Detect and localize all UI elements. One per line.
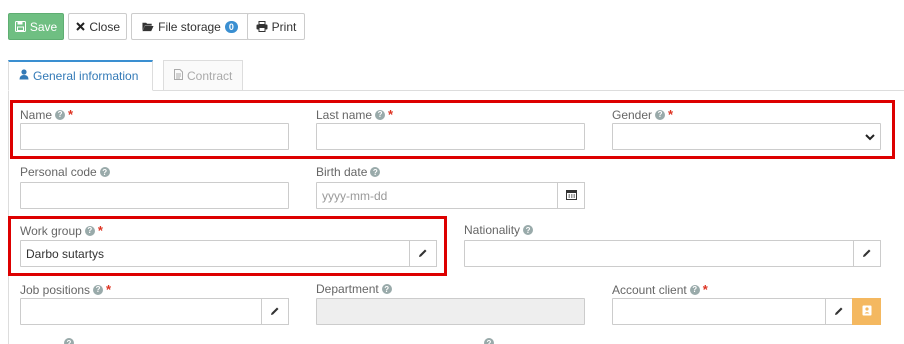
nationality-label-text: Nationality xyxy=(464,223,521,237)
file-storage-count-badge: 0 xyxy=(224,20,238,33)
cutoff-label: ? xyxy=(20,338,74,344)
tab-contract-label: Contract xyxy=(187,68,233,83)
nationality-input[interactable] xyxy=(464,240,854,267)
file-storage-button[interactable]: File storage 0 xyxy=(131,13,249,40)
pencil-icon xyxy=(862,247,872,261)
nationality-label: Nationality ? xyxy=(464,223,534,237)
cutoff-label: ? xyxy=(464,338,494,344)
highlight-box xyxy=(10,100,895,159)
job-positions-label-text: Job positions xyxy=(20,282,91,297)
calendar-icon xyxy=(565,189,577,203)
save-button[interactable]: Save xyxy=(8,13,64,40)
account-client-label: Account client ? * xyxy=(612,282,708,297)
personal-code-label-text: Personal code xyxy=(20,165,97,179)
birth-date-input[interactable]: yyyy-mm-dd xyxy=(316,182,558,209)
x-icon xyxy=(75,21,85,33)
close-button[interactable]: Close xyxy=(68,13,127,40)
print-label: Print xyxy=(271,19,297,34)
help-icon: ? xyxy=(64,338,74,344)
tab-contract[interactable]: Contract xyxy=(163,60,243,91)
birth-date-label: Birth date ? xyxy=(316,165,381,179)
help-icon[interactable]: ? xyxy=(99,167,110,177)
pencil-icon xyxy=(834,305,844,319)
required-marker: * xyxy=(106,282,112,297)
help-icon[interactable]: ? xyxy=(689,284,700,295)
close-label: Close xyxy=(89,19,120,34)
pencil-icon xyxy=(270,305,280,319)
save-label: Save xyxy=(29,19,58,34)
account-client-edit-button[interactable] xyxy=(825,298,853,325)
job-positions-input[interactable] xyxy=(20,298,262,325)
account-client-input[interactable] xyxy=(612,298,826,325)
nationality-edit-button[interactable] xyxy=(853,240,881,267)
account-client-contact-button[interactable] xyxy=(852,298,881,325)
help-icon[interactable]: ? xyxy=(93,284,104,295)
help-icon[interactable]: ? xyxy=(381,284,392,294)
print-button[interactable]: Print xyxy=(247,13,305,40)
department-label-text: Department xyxy=(316,282,379,296)
help-icon[interactable]: ? xyxy=(370,167,381,177)
folder-open-icon xyxy=(142,21,154,33)
account-client-label-text: Account client xyxy=(612,282,687,297)
file-storage-label: File storage xyxy=(158,19,221,34)
user-icon xyxy=(19,69,29,83)
help-icon[interactable]: ? xyxy=(523,225,534,235)
tab-general-information-label: General information xyxy=(33,69,139,83)
birth-date-label-text: Birth date xyxy=(316,165,368,179)
job-positions-edit-button[interactable] xyxy=(261,298,289,325)
document-icon xyxy=(174,68,183,83)
personal-code-input[interactable] xyxy=(20,182,289,209)
help-icon: ? xyxy=(484,338,494,344)
department-input xyxy=(316,298,585,325)
personal-code-label: Personal code ? xyxy=(20,165,110,179)
tab-bar: General information Contract xyxy=(8,60,904,91)
required-marker: * xyxy=(702,282,708,297)
calendar-button[interactable] xyxy=(557,182,585,209)
tab-general-information[interactable]: General information xyxy=(8,60,153,91)
job-positions-label: Job positions ? * xyxy=(20,282,111,297)
floppy-disk-icon xyxy=(14,21,26,33)
highlight-box xyxy=(8,216,447,276)
contact-card-icon xyxy=(862,305,872,319)
department-label: Department ? xyxy=(316,282,392,296)
printer-icon xyxy=(256,21,268,33)
